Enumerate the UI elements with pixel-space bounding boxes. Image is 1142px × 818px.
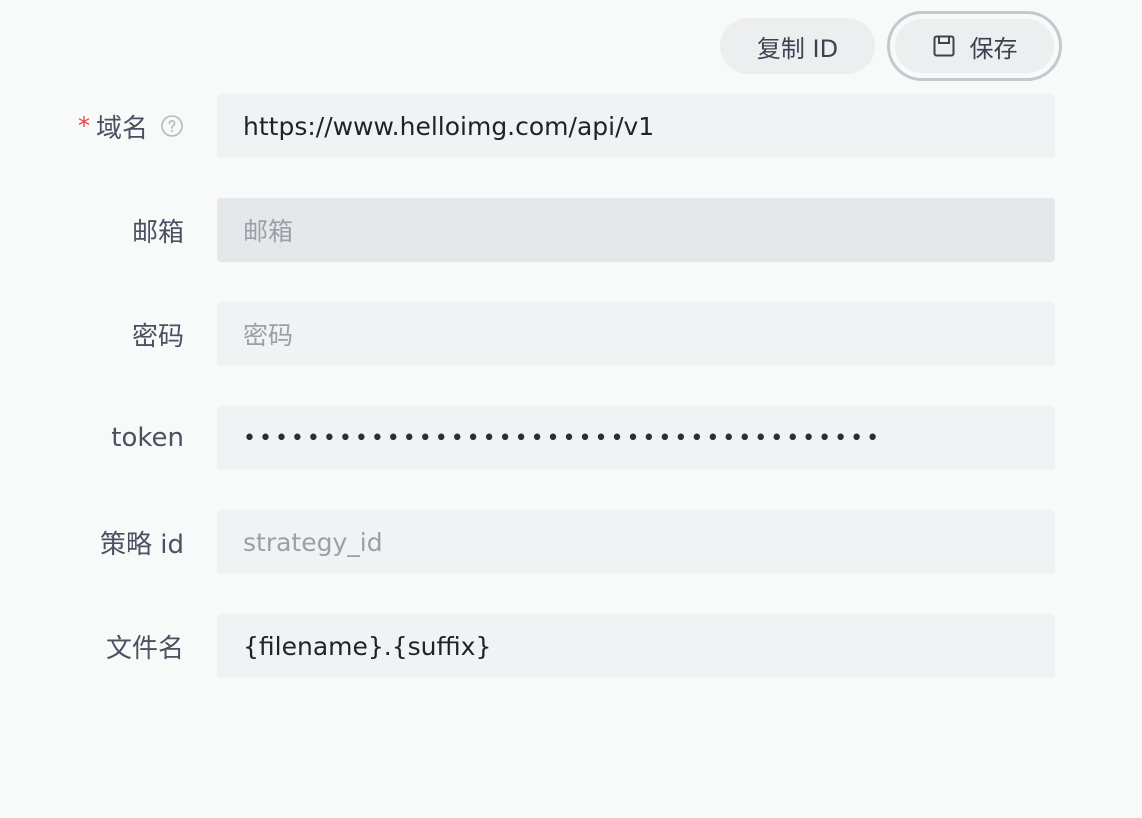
token-input-masked-value: •••••••••••••••••••••••••••••••••••••••• xyxy=(243,425,883,451)
save-icon xyxy=(932,34,956,58)
token-input[interactable]: •••••••••••••••••••••••••••••••••••••••• xyxy=(217,406,1055,470)
form-row-strategy-id: 策略 id strategy_id xyxy=(0,510,1142,574)
domain-input[interactable]: https://www.helloimg.com/api/v1 xyxy=(217,94,1055,158)
copy-id-label: 复制 ID xyxy=(756,34,839,63)
form-row-filename: 文件名 {filename}.{suffix} xyxy=(0,614,1142,678)
password-input-placeholder: 密码 xyxy=(243,321,294,350)
strategy-id-input[interactable]: strategy_id xyxy=(217,510,1055,574)
form-row-password: 密码 密码 xyxy=(0,302,1142,366)
form-row-domain: * 域名 https://www.helloimg.com/api/v1 xyxy=(0,94,1142,158)
filename-label-text: 文件名 xyxy=(105,633,184,664)
password-input[interactable]: 密码 xyxy=(217,302,1055,366)
save-button-focus-ring: 保存 xyxy=(887,11,1062,81)
help-circle-icon[interactable] xyxy=(160,114,184,138)
strategy-id-input-placeholder: strategy_id xyxy=(243,527,383,557)
filename-input[interactable]: {filename}.{suffix} xyxy=(217,614,1055,678)
save-label: 保存 xyxy=(969,34,1018,63)
filename-label: 文件名 xyxy=(106,614,184,678)
strategy-id-label-text: 策略 id xyxy=(100,529,184,560)
filename-input-value: {filename}.{suffix} xyxy=(243,631,492,661)
toolbar: 复制 ID 保存 xyxy=(0,0,1142,90)
email-input-placeholder: 邮箱 xyxy=(243,217,294,246)
password-label: 密码 xyxy=(132,302,184,366)
strategy-id-label: 策略 id xyxy=(100,510,184,574)
save-button[interactable]: 保存 xyxy=(895,19,1054,73)
storage-config-panel: 复制 ID 保存 * 域名 https://www.helloimg.com/a… xyxy=(0,0,1142,818)
email-label: 邮箱 xyxy=(132,198,184,262)
domain-label-text: 域名 xyxy=(95,113,148,144)
password-label-text: 密码 xyxy=(131,321,184,352)
email-input[interactable]: 邮箱 xyxy=(217,198,1055,262)
form-row-email: 邮箱 邮箱 xyxy=(0,198,1142,262)
token-label: token xyxy=(111,406,184,470)
required-mark: * xyxy=(77,112,90,140)
token-label-text: token xyxy=(111,423,184,453)
form-row-token: token ••••••••••••••••••••••••••••••••••… xyxy=(0,406,1142,470)
domain-input-value: https://www.helloimg.com/api/v1 xyxy=(243,111,655,141)
copy-id-button[interactable]: 复制 ID xyxy=(720,18,875,74)
email-label-text: 邮箱 xyxy=(131,217,184,248)
domain-label: * 域名 xyxy=(78,94,184,158)
